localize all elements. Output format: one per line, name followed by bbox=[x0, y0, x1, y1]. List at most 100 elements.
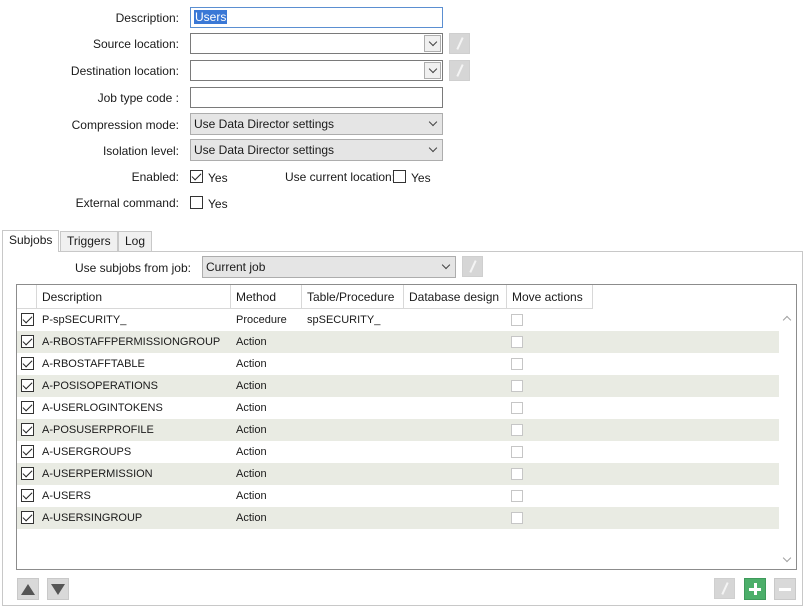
source-location-combo[interactable] bbox=[190, 33, 443, 54]
destination-location-label: Destination location: bbox=[70, 64, 179, 78]
header-move-actions[interactable]: Move actions bbox=[507, 285, 593, 309]
chevron-down-icon bbox=[428, 64, 438, 74]
table-row[interactable]: P-spSECURITY_ Procedure spSECURITY_ bbox=[17, 309, 779, 331]
arrow-up-icon bbox=[21, 584, 35, 595]
job-type-code-input[interactable] bbox=[190, 87, 443, 108]
row-description: A-USERLOGINTOKENS bbox=[42, 402, 163, 414]
move-actions-checkbox[interactable] bbox=[511, 424, 523, 436]
description-value: Users bbox=[194, 10, 228, 24]
table-row[interactable]: A-USERSINGROUP Action bbox=[17, 507, 779, 529]
use-current-location-checkbox[interactable] bbox=[393, 170, 406, 183]
table-row[interactable]: A-USERGROUPS Action bbox=[17, 441, 779, 463]
move-up-button[interactable] bbox=[17, 578, 39, 600]
move-actions-checkbox[interactable] bbox=[511, 490, 523, 502]
vertical-scrollbar[interactable] bbox=[779, 309, 796, 569]
tab-subjobs[interactable]: Subjobs bbox=[2, 230, 60, 252]
row-method: Action bbox=[236, 380, 267, 392]
tab-triggers[interactable]: Triggers bbox=[60, 231, 118, 251]
description-label: Description: bbox=[115, 11, 179, 25]
source-dropdown-button[interactable] bbox=[424, 35, 441, 52]
table-row[interactable]: A-USERLOGINTOKENS Action bbox=[17, 397, 779, 419]
arrow-down-icon bbox=[51, 584, 65, 595]
row-checkbox[interactable] bbox=[21, 511, 34, 524]
row-checkbox[interactable] bbox=[21, 335, 34, 348]
table-row[interactable]: A-USERS Action bbox=[17, 485, 779, 507]
table-row[interactable]: A-RBOSTAFFPERMISSIONGROUP Action bbox=[17, 331, 779, 353]
row-checkbox[interactable] bbox=[21, 379, 34, 392]
row-description: A-USERS bbox=[42, 490, 91, 502]
row-description: A-USERSINGROUP bbox=[42, 512, 143, 524]
row-checkbox[interactable] bbox=[21, 445, 34, 458]
move-actions-checkbox[interactable] bbox=[511, 512, 523, 524]
move-actions-checkbox[interactable] bbox=[511, 314, 523, 326]
row-description: A-POSUSERPROFILE bbox=[42, 424, 154, 436]
isolation-level-value: Use Data Director settings bbox=[194, 143, 335, 157]
row-checkbox[interactable] bbox=[21, 313, 34, 326]
external-command-label: External command: bbox=[75, 196, 179, 210]
use-subjobs-from-value: Current job bbox=[206, 260, 266, 274]
source-edit-button[interactable] bbox=[449, 33, 470, 54]
chevron-down-icon bbox=[441, 260, 451, 270]
table-row[interactable]: A-USERPERMISSION Action bbox=[17, 463, 779, 485]
enabled-checkbox[interactable] bbox=[190, 170, 203, 183]
use-subjobs-from-select[interactable]: Current job bbox=[202, 256, 456, 278]
tab-log[interactable]: Log bbox=[118, 231, 153, 251]
compression-mode-select[interactable]: Use Data Director settings bbox=[190, 113, 443, 135]
scroll-down-icon[interactable] bbox=[782, 553, 792, 563]
subjob-edit-button[interactable] bbox=[714, 578, 735, 599]
destination-edit-button[interactable] bbox=[449, 60, 470, 81]
row-description: P-spSECURITY_ bbox=[42, 314, 127, 326]
row-checkbox[interactable] bbox=[21, 489, 34, 502]
destination-location-combo[interactable] bbox=[190, 60, 443, 81]
external-command-checkbox[interactable] bbox=[190, 196, 203, 209]
move-actions-checkbox[interactable] bbox=[511, 402, 523, 414]
header-database-design[interactable]: Database design bbox=[404, 285, 507, 309]
move-actions-checkbox[interactable] bbox=[511, 380, 523, 392]
chevron-down-icon bbox=[428, 117, 438, 127]
move-actions-checkbox[interactable] bbox=[511, 446, 523, 458]
chevron-down-icon bbox=[428, 143, 438, 153]
row-method: Action bbox=[236, 512, 267, 524]
row-method: Action bbox=[236, 446, 267, 458]
isolation-level-select[interactable]: Use Data Director settings bbox=[190, 139, 443, 161]
row-description: A-USERPERMISSION bbox=[42, 468, 153, 480]
move-down-button[interactable] bbox=[47, 578, 69, 600]
row-checkbox[interactable] bbox=[21, 467, 34, 480]
row-checkbox[interactable] bbox=[21, 401, 34, 414]
row-method: Action bbox=[236, 468, 267, 480]
enabled-label: Enabled: bbox=[131, 170, 179, 184]
destination-dropdown-button[interactable] bbox=[424, 62, 441, 79]
description-input[interactable]: Users bbox=[190, 7, 443, 28]
table-row[interactable]: A-RBOSTAFFTABLE Action bbox=[17, 353, 779, 375]
row-description: A-RBOSTAFFTABLE bbox=[42, 358, 145, 370]
subjobs-edit-button[interactable] bbox=[462, 256, 483, 277]
chevron-down-icon bbox=[428, 37, 438, 47]
add-subjob-button[interactable] bbox=[744, 578, 766, 600]
row-method: Action bbox=[236, 424, 267, 436]
external-yes-label: Yes bbox=[208, 197, 228, 211]
move-actions-checkbox[interactable] bbox=[511, 358, 523, 370]
scroll-up-icon[interactable] bbox=[782, 315, 792, 325]
header-description[interactable]: Description bbox=[37, 285, 231, 309]
table-row[interactable]: A-POSUSERPROFILE Action bbox=[17, 419, 779, 441]
header-method[interactable]: Method bbox=[231, 285, 302, 309]
row-description: A-POSISOPERATIONS bbox=[42, 380, 158, 392]
move-actions-checkbox[interactable] bbox=[511, 468, 523, 480]
row-checkbox[interactable] bbox=[21, 423, 34, 436]
use-current-yes-label: Yes bbox=[411, 171, 431, 185]
job-type-code-label: Job type code : bbox=[97, 91, 179, 105]
source-location-label: Source location: bbox=[92, 37, 179, 51]
row-checkbox[interactable] bbox=[21, 357, 34, 370]
table-row[interactable]: A-POSISOPERATIONS Action bbox=[17, 375, 779, 397]
header-table-procedure[interactable]: Table/Procedure bbox=[302, 285, 404, 309]
move-actions-checkbox[interactable] bbox=[511, 336, 523, 348]
use-current-location-label: Use current location: bbox=[285, 170, 396, 184]
row-method: Procedure bbox=[236, 314, 287, 326]
row-method: Action bbox=[236, 336, 267, 348]
remove-subjob-button[interactable] bbox=[774, 578, 796, 600]
row-description: A-USERGROUPS bbox=[42, 446, 132, 458]
compression-mode-label: Compression mode: bbox=[71, 118, 179, 132]
row-method: Action bbox=[236, 402, 267, 414]
row-table-procedure: spSECURITY_ bbox=[307, 314, 381, 326]
compression-mode-value: Use Data Director settings bbox=[194, 117, 335, 131]
